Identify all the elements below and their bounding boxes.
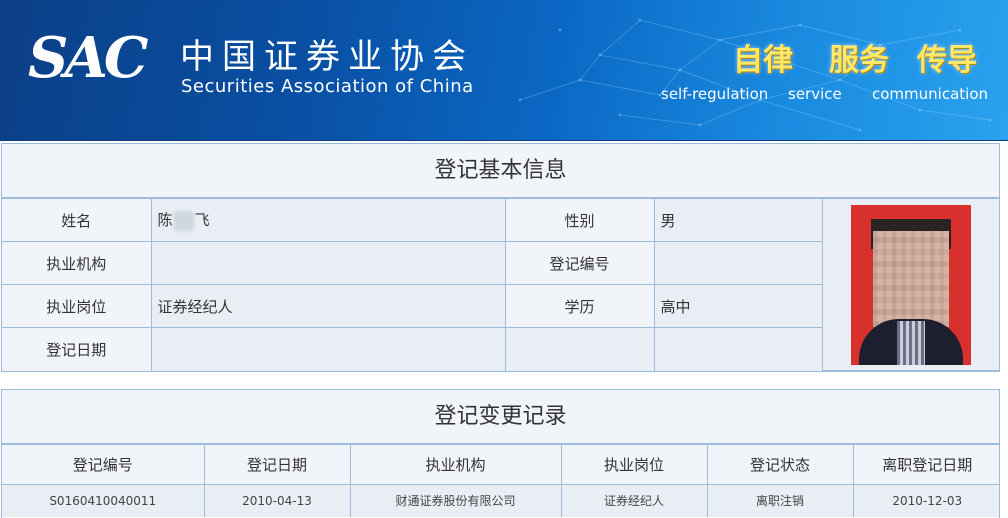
change-records-table: 登记编号 登记日期 执业机构 执业岗位 登记状态 离职登记日期 S016041004001… (2, 444, 999, 517)
column-header-reg-no: 登记编号 (2, 444, 205, 485)
institution-value (150, 241, 506, 285)
header-banner: SAC 中国证券业协会 Securities Association of Ch… (0, 0, 1008, 141)
reg-no-value (653, 241, 822, 285)
photo-face-pixelated (872, 230, 949, 327)
institution-label: 执业机构 (2, 241, 152, 285)
empty-cell (653, 327, 822, 371)
gender-value: 男 (653, 198, 823, 242)
cell-institution: 财通证券股份有限公司 (349, 484, 562, 517)
education-label: 学历 (504, 284, 655, 328)
column-header-institution: 执业机构 (349, 444, 562, 485)
cell-reg-date: 2010-04-13 (203, 484, 351, 517)
basic-info-table: 姓名 陈飞 性别 男 执业机构 登记编号 执业岗位 证券经纪人 学历 高中 登记… (2, 198, 999, 371)
slogan-en-self-regulation: self-regulation (661, 85, 769, 103)
basic-info-title: 登记基本信息 (2, 144, 999, 198)
name-value-suffix: 飞 (194, 211, 210, 230)
sac-logo: SAC (28, 25, 148, 91)
table-header-row: 登记编号 登记日期 执业机构 执业岗位 登记状态 离职登记日期 (2, 444, 999, 485)
basic-info-panel: 登记基本信息 姓名 陈飞 性别 男 执业机构 登记编号 执业岗位 证券经纪人 学… (1, 143, 1000, 372)
position-label: 执业岗位 (2, 284, 152, 328)
name-value-prefix: 陈 (157, 211, 173, 230)
change-records-title: 登记变更记录 (2, 390, 999, 444)
cell-leave-date: 2010-12-03 (852, 484, 999, 517)
column-header-leave-date: 离职登记日期 (852, 444, 999, 485)
reg-no-label: 登记编号 (504, 241, 655, 285)
name-label: 姓名 (2, 198, 152, 242)
position-value: 证券经纪人 (150, 284, 506, 328)
cell-status: 离职注销 (706, 484, 854, 517)
column-header-reg-date: 登记日期 (203, 444, 351, 485)
photo-cell (821, 198, 999, 371)
cell-position: 证券经纪人 (560, 484, 708, 517)
reg-date-value (150, 327, 506, 371)
table-row: 姓名 陈飞 性别 男 (2, 198, 999, 371)
slogan-self-regulation: 自律 (733, 43, 793, 78)
change-records-panel: 登记变更记录 登记编号 登记日期 执业机构 执业岗位 登记状态 离职登记日期 S01604… (1, 389, 1000, 518)
photo-shirt (896, 320, 925, 365)
id-photo (850, 204, 971, 365)
gender-label: 性别 (504, 198, 655, 242)
org-name-cn: 中国证券业协会 (180, 37, 474, 77)
slogan-communication: 传导 (917, 43, 977, 78)
redacted-mark (173, 210, 194, 231)
slogan-en-communication: communication (872, 85, 989, 103)
empty-cell (504, 327, 655, 371)
column-header-position: 执业岗位 (560, 444, 708, 485)
org-name-en: Securities Association of China (181, 76, 474, 97)
slogan-en-service: service (788, 85, 842, 103)
reg-date-label: 登记日期 (2, 327, 152, 371)
column-header-status: 登记状态 (706, 444, 854, 485)
cell-reg-no: S0160410040011 (2, 484, 205, 517)
name-value: 陈飞 (150, 198, 506, 242)
table-row: S0160410040011 2010-04-13 财通证券股份有限公司 证券经纪人离… (2, 484, 999, 517)
education-value: 高中 (653, 284, 822, 328)
slogan-service: 服务 (829, 43, 889, 78)
